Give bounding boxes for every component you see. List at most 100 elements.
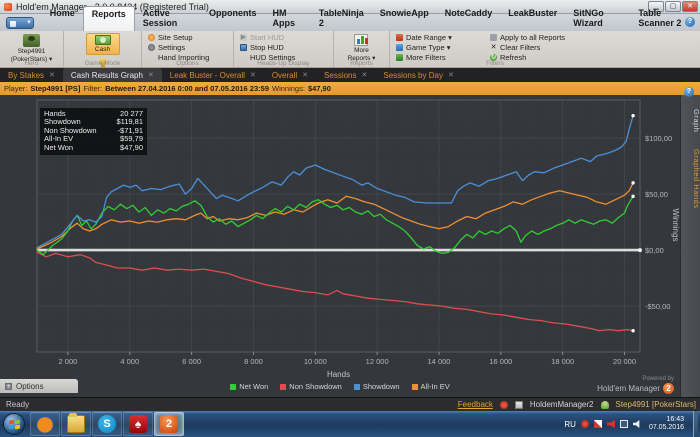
system-tray: RU 16:43 07.05.2016	[564, 411, 698, 437]
close-tab-icon[interactable]: ✕	[148, 71, 154, 79]
filter-summary-bar: Player: Step4991 [PS] Filter: Between 27…	[0, 82, 700, 95]
report-tab-by-stakes[interactable]: By Stakes ✕	[0, 68, 63, 82]
ribbon-group-filters: Date Range ▾ Game Type ▾ More Filters Appl…	[390, 31, 600, 67]
date-range-icon	[396, 34, 403, 41]
clear-filters-icon: ✕	[490, 44, 497, 51]
close-tab-icon[interactable]: ✕	[362, 71, 368, 79]
filter-label: Filter:	[83, 84, 103, 93]
player-value: Step4991 [PS]	[30, 84, 81, 93]
menu-tab-hm-apps[interactable]: HM Apps	[265, 6, 311, 31]
site-setup-label: Site Setup	[158, 33, 193, 42]
hm2-icon: 2	[160, 415, 178, 433]
svg-text:12 000: 12 000	[366, 357, 389, 366]
notification-icon[interactable]	[499, 400, 508, 409]
report-tab-sessions-by-day[interactable]: Sessions by Day ✕	[375, 68, 461, 82]
settings-button[interactable]: Settings	[148, 43, 233, 52]
status-player-name[interactable]: Step4991 [PokerStars]	[616, 400, 697, 409]
date-range-label: Date Range ▾	[406, 33, 452, 42]
powered-by: Powered by Hold'em Manager 2	[597, 375, 674, 394]
svg-text:8 000: 8 000	[244, 357, 263, 366]
status-bar: Ready Feedback HoldemManager2 Step4991 […	[0, 397, 700, 411]
brand-text: Hold'em Manager	[597, 383, 660, 393]
report-tab-sessions[interactable]: Sessions ✕	[316, 68, 375, 82]
pokerstars-icon: ♠	[129, 415, 147, 433]
language-indicator[interactable]: RU	[564, 420, 576, 429]
apply-button[interactable]: Apply to all Reports	[490, 33, 596, 42]
panel-help-icon[interactable]: ?	[684, 87, 694, 97]
start-hud-label: Start HUD	[250, 33, 285, 42]
close-tab-icon[interactable]: ✕	[250, 71, 256, 79]
menu-tab-notecaddy[interactable]: NoteCaddy	[437, 6, 501, 31]
group-label-reports: Reports	[350, 60, 373, 67]
ribbon-group-options: Options Site Setup Settings Hand Importing	[142, 31, 234, 67]
group-label-hero: Hero	[24, 60, 39, 67]
group-label-options: Options	[176, 60, 199, 67]
more-reports-button[interactable]: More Reports ▾	[346, 33, 378, 63]
tray-icon-2[interactable]	[593, 420, 602, 428]
taskbar-hm2-button[interactable]: 2	[154, 412, 184, 436]
menu-tab-active-session[interactable]: Active Session	[135, 6, 201, 31]
sidebar-tab-graph[interactable]: Graph	[681, 101, 700, 141]
report-tab-leak-buster-overall[interactable]: Leak Buster - Overall ✕	[162, 68, 264, 82]
tray-volume-icon[interactable]	[632, 420, 640, 428]
ribbon-group-hud: Heads-Up Display ▶ Start HUD Stop HUD HUD S…	[234, 31, 334, 67]
legend-swatch-icon	[230, 383, 237, 390]
feedback-link[interactable]: Feedback	[458, 400, 493, 409]
taskbar-explorer-button[interactable]	[61, 412, 91, 436]
site-setup-button[interactable]: Site Setup	[148, 33, 233, 42]
menu-tab-home[interactable]: Home	[42, 6, 83, 31]
menu-tab-opponents[interactable]: Opponents	[201, 6, 265, 31]
tray-network-icon[interactable]	[619, 420, 628, 428]
clock-time: 16:43	[666, 416, 684, 423]
taskbar-firefox-button[interactable]	[30, 412, 60, 436]
stop-hud-button[interactable]: Stop HUD	[240, 43, 333, 52]
svg-text:Hands: Hands	[327, 370, 350, 379]
app-menu-button[interactable]	[6, 17, 34, 29]
report-tab-label: Cash Results Graph	[70, 70, 143, 80]
cash-button[interactable]: Cash	[85, 33, 120, 55]
svg-text:$0,00: $0,00	[645, 246, 664, 255]
menu-tab-sitngo-wizard[interactable]: SitNGo Wizard	[565, 6, 630, 31]
menu-tab-reports[interactable]: Reports	[82, 6, 135, 31]
start-button[interactable]	[3, 413, 25, 435]
report-tab-overall[interactable]: Overall ✕	[264, 68, 316, 82]
group-label-game-mode: Game Mode	[84, 60, 121, 67]
stop-hud-icon	[240, 44, 247, 51]
hm2-tray-icon[interactable]	[514, 400, 523, 409]
sidebar-tab-graphed-hands[interactable]: Graphed Hands	[681, 143, 700, 215]
ribbon-group-reports: More Reports ▾ Reports	[334, 31, 390, 67]
taskbar-pokerstars-button[interactable]: ♠	[123, 412, 153, 436]
tray-mute-icon[interactable]	[606, 420, 615, 428]
show-desktop-button[interactable]	[693, 411, 698, 437]
ribbon: Step4991 (PokerStars) ▾ Hero Cash Tourna…	[0, 31, 700, 76]
game-type-label: Game Type ▾	[406, 43, 451, 52]
group-label-hud: Heads-Up Display	[257, 60, 310, 67]
menu-tab-tableninja-2[interactable]: TableNinja 2	[311, 6, 372, 31]
menu-tab-leakbuster[interactable]: LeakBuster	[500, 6, 565, 31]
game-type-button[interactable]: Game Type ▾	[396, 43, 482, 52]
close-tab-icon[interactable]: ✕	[302, 71, 308, 79]
app-icon	[4, 2, 12, 11]
taskbar-clock[interactable]: 16:43 07.05.2016	[649, 416, 684, 432]
status-app-name[interactable]: HoldemManager2	[530, 400, 594, 409]
close-tab-icon[interactable]: ✕	[49, 71, 55, 79]
winnings-value: $47,90	[307, 84, 331, 93]
report-tab-cash-results-graph[interactable]: Cash Results Graph ✕	[62, 68, 162, 82]
help-icon[interactable]: ?	[685, 17, 695, 27]
stop-hud-label: Stop HUD	[250, 43, 284, 52]
ribbon-group-game-mode: Cash Tournament Game Mode	[64, 31, 142, 76]
svg-text:4 000: 4 000	[120, 357, 139, 366]
close-tab-icon[interactable]: ✕	[448, 71, 454, 79]
taskbar-skype-button[interactable]: S	[92, 412, 122, 436]
site-setup-icon	[148, 34, 155, 41]
winnings-label: Winnings:	[272, 84, 305, 93]
bar-chart-icon	[354, 34, 369, 46]
report-tab-strip: By Stakes ✕ Cash Results Graph ✕ Leak Buster…	[0, 68, 700, 82]
chart-legend: Net Won Non Showdown Showdown All-In EV	[0, 382, 680, 391]
screen: Hold'em Manager - 2.0.0.8434 (Registered…	[0, 0, 700, 437]
date-range-button[interactable]: Date Range ▾	[396, 33, 482, 42]
tray-icon-1[interactable]	[580, 420, 589, 428]
clear-filters-button[interactable]: ✕ Clear Filters	[490, 43, 596, 52]
menu-tab-snowieapp[interactable]: SnowieApp	[372, 6, 437, 31]
report-tab-label: Leak Buster - Overall	[169, 70, 245, 80]
